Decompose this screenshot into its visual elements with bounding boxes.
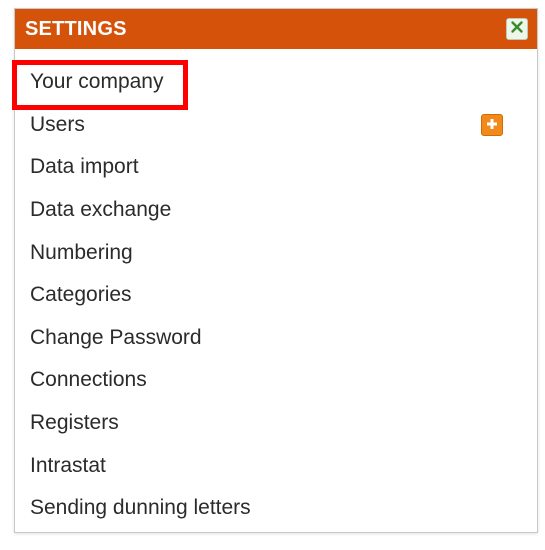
close-button[interactable] [506, 18, 528, 40]
menu-item-label: Data import [30, 155, 139, 179]
menu-item-label: Sending dunning letters [30, 496, 251, 520]
menu-item-label: Your company [30, 70, 164, 94]
menu-item-change-password[interactable]: Change Password [15, 317, 537, 360]
menu-item-users[interactable]: Users [15, 104, 537, 147]
menu-item-data-import[interactable]: Data import [15, 146, 537, 189]
menu-item-intrastat[interactable]: Intrastat [15, 444, 537, 487]
menu-item-registers[interactable]: Registers [15, 402, 537, 445]
menu-item-your-company[interactable]: Your company [15, 61, 537, 104]
add-icon [485, 113, 499, 137]
menu-item-label: Registers [30, 411, 119, 435]
panel-title: SETTINGS [25, 17, 127, 40]
settings-menu: Your company Users Data import Data exch… [15, 61, 537, 530]
menu-item-label: Change Password [30, 325, 202, 349]
menu-item-data-exchange[interactable]: Data exchange [15, 189, 537, 232]
menu-item-label: Data exchange [30, 198, 172, 222]
add-user-button[interactable] [481, 113, 503, 137]
menu-item-label: Categories [30, 283, 132, 307]
settings-panel: SETTINGS Your company Users Data import … [12, 8, 538, 533]
menu-item-label: Users [30, 112, 85, 136]
panel-header: SETTINGS [15, 9, 537, 49]
close-icon [510, 20, 524, 39]
menu-item-categories[interactable]: Categories [15, 274, 537, 317]
menu-item-numbering[interactable]: Numbering [15, 231, 537, 274]
menu-item-label: Connections [30, 368, 147, 392]
menu-item-sending-dunning-letters[interactable]: Sending dunning letters [15, 487, 537, 530]
menu-item-connections[interactable]: Connections [15, 359, 537, 402]
menu-item-label: Numbering [30, 240, 133, 264]
menu-item-label: Intrastat [30, 453, 106, 477]
